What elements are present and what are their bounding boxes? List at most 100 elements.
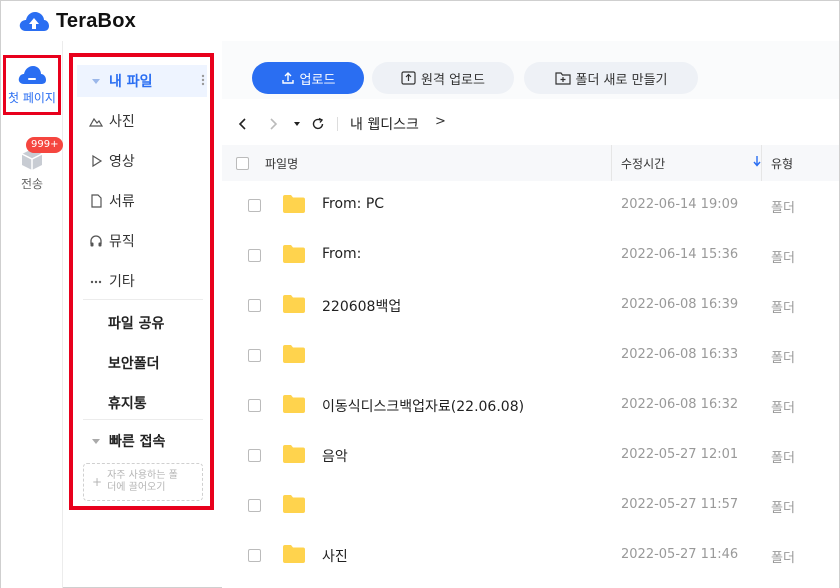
sidebar-item-file-share[interactable]: 파일 공유 xyxy=(108,313,164,333)
triangle-down-icon xyxy=(89,74,103,88)
folder-icon xyxy=(283,195,305,213)
remote-upload-button[interactable]: 원격 업로드 xyxy=(372,62,514,94)
new-folder-button[interactable]: 폴더 새로 만들기 xyxy=(524,62,698,94)
upload-icon xyxy=(281,72,294,84)
folder-icon xyxy=(283,495,305,513)
sidebar-item-trash[interactable]: 휴지통 xyxy=(108,393,147,413)
table-row[interactable]: 이동식디스크백업자료(22.06.08) 2022-06-08 16:32 폴더 xyxy=(222,381,839,431)
table-row[interactable]: 사진 2022-05-27 11:46 폴더 xyxy=(222,531,839,581)
upload-button[interactable]: 업로드 xyxy=(252,62,364,94)
divider xyxy=(337,117,338,131)
remote-upload-icon xyxy=(401,71,416,85)
file-name[interactable]: 사진 xyxy=(322,546,348,566)
new-folder-label: 폴더 새로 만들기 xyxy=(575,72,668,88)
terabox-window: TeraBox 첫 페이지 999+ 전송 내 파일 사진 영상 서류 뮤직 기… xyxy=(0,0,840,588)
row-checkbox[interactable] xyxy=(248,299,261,312)
more-vertical-icon[interactable] xyxy=(201,73,205,90)
folder-icon xyxy=(283,445,305,463)
modified-time: 2022-06-08 16:32 xyxy=(621,397,739,412)
table-row[interactable]: 음악 2022-05-27 12:01 폴더 xyxy=(222,431,839,481)
rail-home-label: 첫 페이지 xyxy=(8,91,56,105)
sidebar-item-label: 뮤직 xyxy=(109,234,135,250)
rail-transfer-label: 전송 xyxy=(20,177,44,191)
divider xyxy=(83,419,203,420)
mountain-icon xyxy=(88,114,104,128)
table-row[interactable]: 2022-05-27 11:57 폴더 xyxy=(222,481,839,531)
folder-icon xyxy=(283,245,305,263)
folder-icon xyxy=(283,295,305,313)
forward-arrow-icon[interactable] xyxy=(268,115,278,133)
file-type: 폴더 xyxy=(771,201,795,216)
divider xyxy=(83,299,203,300)
ellipsis-icon xyxy=(89,274,103,288)
modified-time: 2022-06-08 16:39 xyxy=(621,297,739,312)
modified-time: 2022-06-08 16:33 xyxy=(621,347,739,362)
top-bar: TeraBox xyxy=(1,1,839,41)
column-header-time[interactable]: 수정시간 xyxy=(621,155,665,172)
file-name[interactable]: 이동식디스크백업자료(22.06.08) xyxy=(322,396,524,416)
sidebar-item-documents[interactable]: 서류 xyxy=(77,185,207,217)
sidebar-item-others[interactable]: 기타 xyxy=(77,265,207,297)
file-type: 폴더 xyxy=(771,551,795,566)
folder-icon xyxy=(283,545,305,563)
quick-access-label: 빠른 접속 xyxy=(109,434,166,450)
transfer-badge: 999+ xyxy=(26,137,64,153)
refresh-icon[interactable] xyxy=(311,115,325,133)
sidebar-item-label: 서류 xyxy=(109,194,135,210)
breadcrumb-current[interactable]: 내 웹디스크 xyxy=(350,114,419,134)
folder-icon xyxy=(283,345,305,363)
main-panel: 업로드 원격 업로드 폴더 새로 만들기 내 웹디스크 > 파일명 수정시간 유… xyxy=(222,41,839,588)
sidebar: 내 파일 사진 영상 서류 뮤직 기타 파일 공유 보안폴더 휴지통 빠른 접속… xyxy=(69,53,214,510)
column-header-type[interactable]: 유형 xyxy=(771,155,793,172)
row-checkbox[interactable] xyxy=(248,199,261,212)
file-type: 폴더 xyxy=(771,501,795,516)
plus-icon: + xyxy=(92,475,103,489)
table-row[interactable]: 2022-06-08 16:33 폴더 xyxy=(222,331,839,381)
sidebar-item-label: 사진 xyxy=(109,114,135,130)
file-name[interactable]: From: xyxy=(322,246,361,262)
modified-time: 2022-05-27 11:57 xyxy=(621,497,739,512)
file-name[interactable]: 음악 xyxy=(322,446,348,466)
sidebar-item-videos[interactable]: 영상 xyxy=(77,145,207,177)
sidebar-item-label: 영상 xyxy=(109,154,135,170)
back-arrow-icon[interactable] xyxy=(238,115,248,133)
folder-icon xyxy=(283,395,305,413)
headphones-icon xyxy=(89,234,103,248)
row-checkbox[interactable] xyxy=(248,449,261,462)
select-all-checkbox[interactable] xyxy=(236,157,249,170)
sidebar-item-my-files[interactable]: 내 파일 xyxy=(77,65,207,97)
rail-transfer-button[interactable]: 999+ 전송 xyxy=(9,137,64,197)
quick-access-drop-zone[interactable]: + 자주 사용하는 폴 더에 끌어오기 xyxy=(83,463,203,501)
sidebar-item-quick-access[interactable]: 빠른 접속 xyxy=(77,425,207,457)
rail-home-button[interactable]: 첫 페이지 xyxy=(3,55,61,115)
file-name[interactable]: 220608백업 xyxy=(322,296,401,316)
column-header-name[interactable]: 파일명 xyxy=(265,155,298,172)
row-checkbox[interactable] xyxy=(248,349,261,362)
play-icon xyxy=(89,154,103,168)
modified-time: 2022-05-27 12:01 xyxy=(621,447,739,462)
terabox-logo-icon xyxy=(19,9,49,33)
cloud-icon xyxy=(18,63,46,87)
modified-time: 2022-05-27 11:46 xyxy=(621,547,739,562)
history-dropdown-icon[interactable] xyxy=(293,115,301,133)
modified-time: 2022-06-14 15:36 xyxy=(621,247,739,262)
row-checkbox[interactable] xyxy=(248,499,261,512)
row-checkbox[interactable] xyxy=(248,249,261,262)
file-list: From: PC 2022-06-14 19:09 폴더 From: 2022-… xyxy=(222,181,839,581)
row-checkbox[interactable] xyxy=(248,399,261,412)
sidebar-item-secure-folder[interactable]: 보안폴더 xyxy=(108,353,160,373)
row-checkbox[interactable] xyxy=(248,549,261,562)
table-row[interactable]: From: 2022-06-14 15:36 폴더 xyxy=(222,231,839,281)
file-type: 폴더 xyxy=(771,251,795,266)
sidebar-item-music[interactable]: 뮤직 xyxy=(77,225,207,257)
table-row[interactable]: From: PC 2022-06-14 19:09 폴더 xyxy=(222,181,839,231)
file-name[interactable]: From: PC xyxy=(322,196,384,212)
sidebar-item-photos[interactable]: 사진 xyxy=(77,105,207,137)
modified-time: 2022-06-14 19:09 xyxy=(621,197,739,212)
sort-down-icon[interactable] xyxy=(753,155,761,170)
breadcrumb-arrow[interactable]: > xyxy=(435,114,446,129)
remote-upload-label: 원격 업로드 xyxy=(421,72,485,88)
sidebar-item-label: 기타 xyxy=(109,274,135,290)
column-divider xyxy=(761,145,762,181)
table-row[interactable]: 220608백업 2022-06-08 16:39 폴더 xyxy=(222,281,839,331)
